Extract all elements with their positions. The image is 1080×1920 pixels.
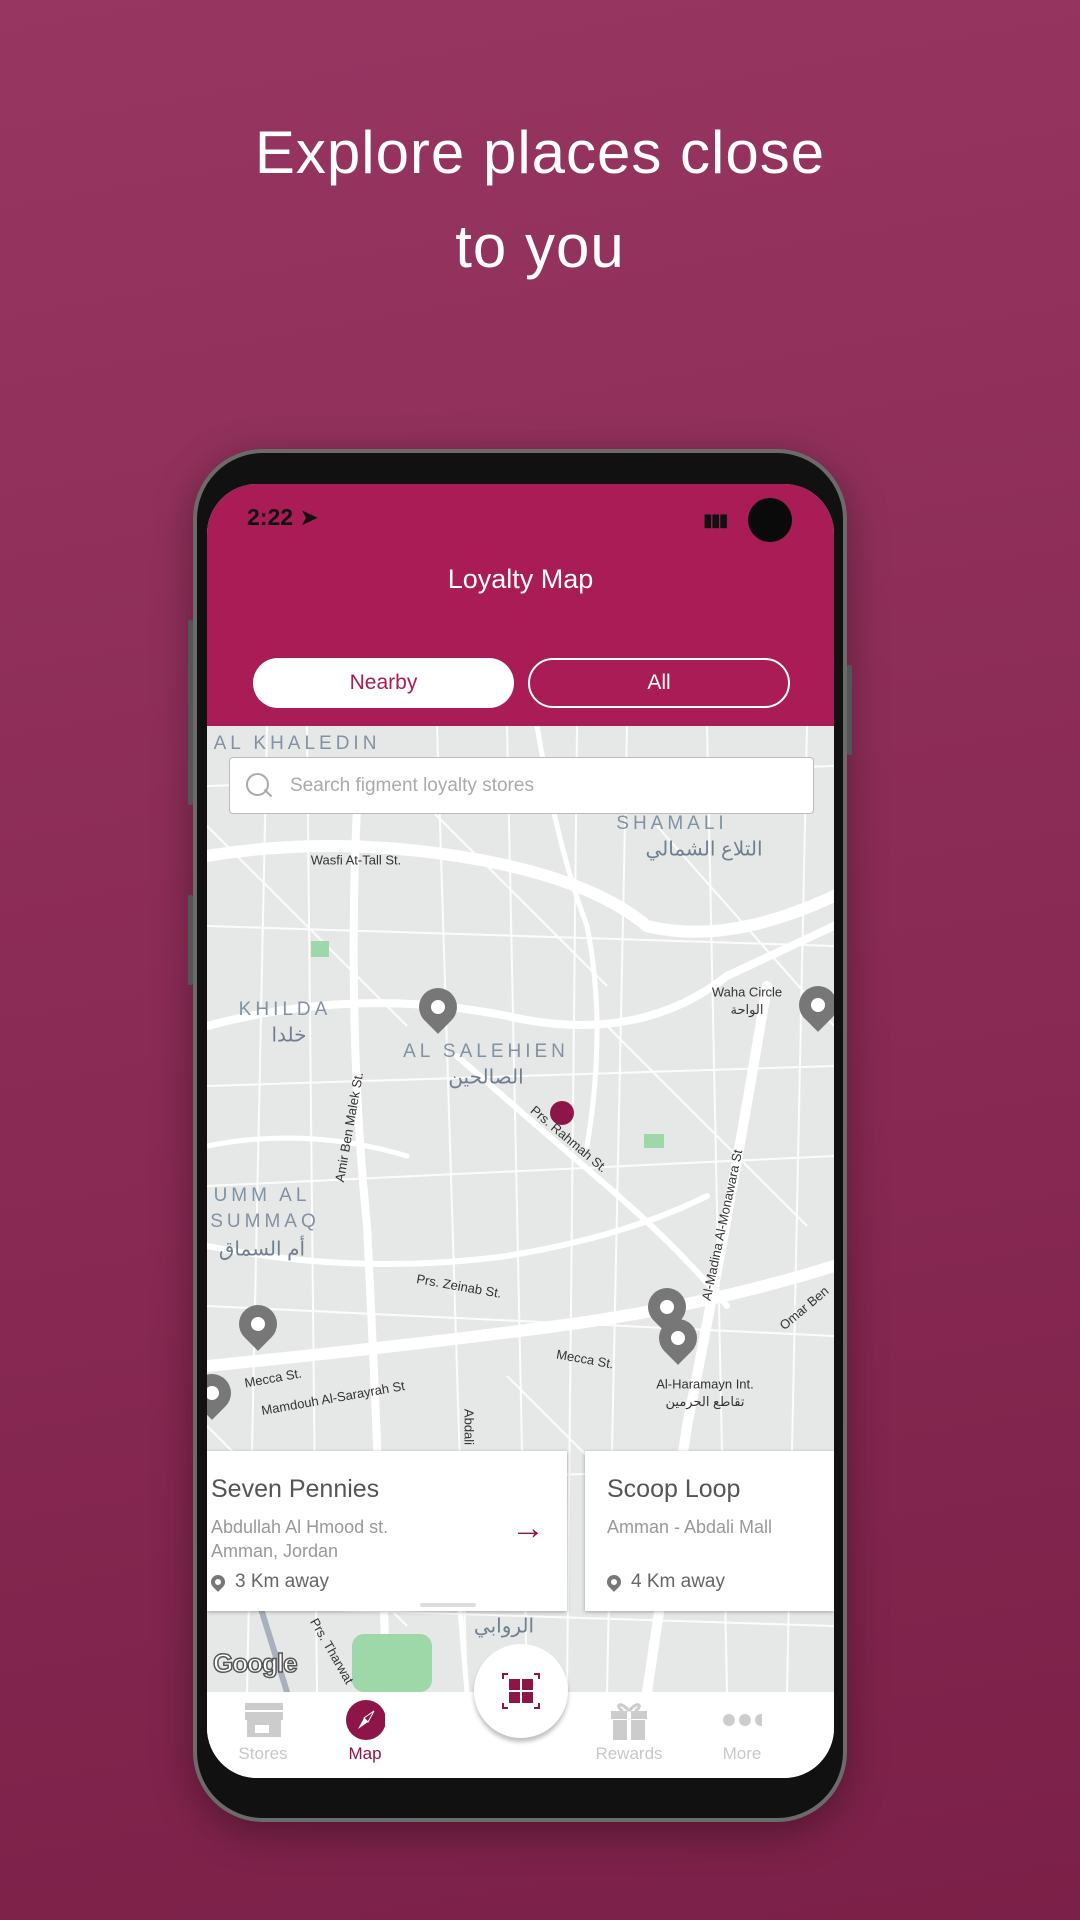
store-name: Seven Pennies	[211, 1475, 380, 1503]
store-address: Abdullah Al Hmood st. Amman, Jordan	[211, 1515, 491, 1563]
app-header: 2:22 ➤ ▮▮▮ Loyalty Map Nearby All	[207, 484, 834, 726]
store-distance: 4 Km away	[604, 1571, 725, 1593]
headline-line-1: Explore places close	[254, 119, 826, 186]
store-icon	[243, 1700, 283, 1740]
map-label: تقاطع الحرمين	[665, 1394, 745, 1409]
card-handle	[420, 1603, 476, 1607]
store-card[interactable]: Scoop Loop Amman - Abdali Mall 4 Km away	[585, 1451, 834, 1611]
google-logo: Google	[212, 1647, 298, 1679]
nav-item-stores[interactable]: Stores	[208, 1700, 318, 1764]
more-dots-icon	[722, 1700, 762, 1740]
scan-button[interactable]	[474, 1644, 568, 1738]
nav-item-more[interactable]: More	[687, 1700, 797, 1764]
map-label: UMM AL	[213, 1185, 311, 1206]
nav-label: Map	[348, 1744, 382, 1763]
headline-line-2: to you	[455, 213, 625, 280]
map-label: خلدا	[271, 1024, 307, 1047]
front-camera	[748, 498, 792, 542]
signal-icon: ▮▮▮	[703, 510, 729, 530]
map-label: الصالحين	[448, 1066, 524, 1089]
distance-text: 4 Km away	[631, 1571, 725, 1592]
arrow-right-icon[interactable]: →	[511, 1509, 545, 1548]
park-area	[311, 941, 329, 957]
map-label: Waha Circle	[711, 984, 783, 1000]
map-label: التلاع الشمالي	[645, 838, 763, 861]
phone-side-button	[188, 620, 193, 805]
search-placeholder: Search figment loyalty stores	[290, 774, 534, 796]
map-label: Al-Haramayn Int.	[656, 1376, 754, 1392]
store-name: Scoop Loop	[607, 1475, 741, 1503]
map-label: Wasfi At-Tall St.	[310, 852, 402, 868]
gift-icon	[609, 1700, 649, 1740]
current-location-dot	[550, 1101, 574, 1125]
map-view[interactable]: AL KHALEDIN SHAMALI التلاع الشمالي Wasfi…	[207, 726, 834, 1692]
location-pin-icon	[208, 1572, 228, 1592]
park-area	[352, 1634, 432, 1692]
address-line: Abdullah Al Hmood st.	[211, 1517, 389, 1537]
tab-nearby[interactable]: Nearby	[253, 658, 514, 708]
search-input[interactable]: Search figment loyalty stores	[229, 757, 814, 814]
map-label: KHILDA	[238, 999, 332, 1020]
app-screen: 2:22 ➤ ▮▮▮ Loyalty Map Nearby All AL KHA…	[207, 484, 834, 1778]
search-icon	[244, 771, 274, 801]
map-label: الروابي	[473, 1615, 535, 1638]
map-label: أم السماق	[218, 1238, 306, 1261]
map-label: الواحة	[730, 1002, 764, 1017]
nav-item-rewards[interactable]: Rewards	[574, 1700, 684, 1764]
nav-label: Stores	[238, 1744, 288, 1763]
nav-label: Rewards	[595, 1744, 663, 1763]
map-label: Abdali	[461, 1408, 477, 1446]
map-label: SHAMALI	[616, 813, 728, 834]
page-title: Loyalty Map	[447, 564, 594, 594]
nav-item-map[interactable]: Map	[310, 1700, 420, 1764]
store-distance: 3 Km away	[208, 1571, 329, 1593]
park-area	[644, 1134, 664, 1148]
time-text: 2:22	[247, 504, 294, 530]
map-label: SUMMAQ	[210, 1211, 320, 1232]
qr-scan-icon	[502, 1673, 540, 1709]
phone-side-button	[188, 895, 193, 985]
tab-all[interactable]: All	[528, 658, 790, 708]
location-pin-icon	[604, 1572, 624, 1592]
address-line: Amman, Jordan	[211, 1541, 339, 1561]
store-address: Amman - Abdali Mall	[607, 1517, 773, 1537]
map-label: AL KHALEDIN	[213, 733, 381, 754]
store-card[interactable]: Seven Pennies Abdullah Al Hmood st. Amman…	[207, 1451, 567, 1611]
status-time: 2:22 ➤	[247, 504, 319, 531]
distance-text: 3 Km away	[235, 1571, 329, 1592]
nav-label: More	[722, 1744, 762, 1763]
phone-side-button	[847, 665, 852, 755]
location-arrow-icon: ➤	[299, 504, 319, 530]
map-label: AL SALEHIEN	[403, 1041, 569, 1062]
compass-icon	[345, 1700, 385, 1740]
